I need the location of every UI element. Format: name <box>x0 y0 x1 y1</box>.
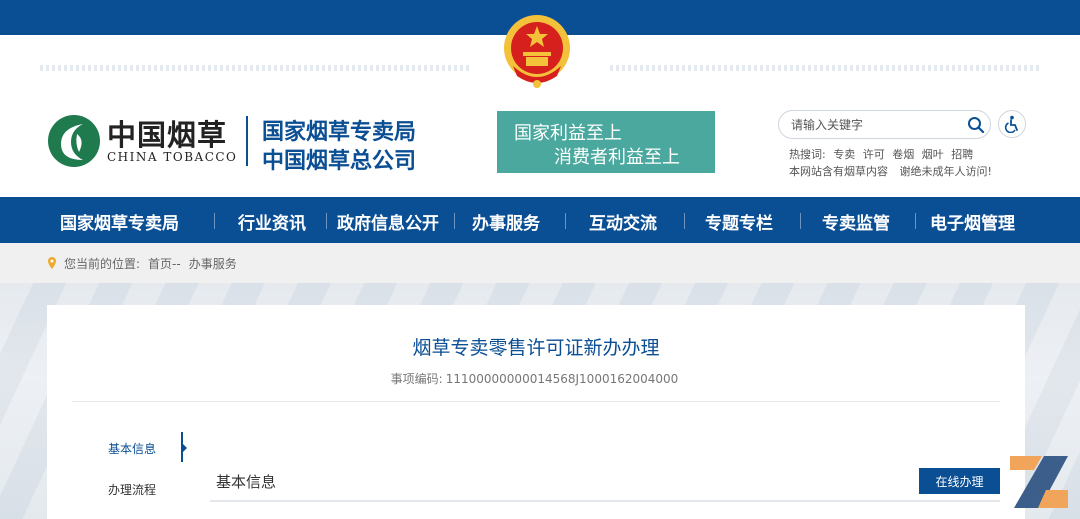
search-icon[interactable] <box>967 116 985 134</box>
nav-item-interaction[interactable]: 互动交流 <box>589 209 657 234</box>
national-emblem-icon <box>504 15 570 88</box>
slogan-banner: 国家利益至上 消费者利益至上 <box>497 111 715 173</box>
nav-item-e-cigarette[interactable]: 电子烟管理 <box>930 209 1015 234</box>
slogan-line-1: 国家利益至上 <box>514 123 622 144</box>
nav-separator <box>800 213 801 229</box>
header-decoration-left <box>40 65 470 71</box>
hot-word-zhaopin[interactable]: 招聘 <box>951 148 973 161</box>
breadcrumb-text: 您当前的位置: 首页-- 办事服务 <box>64 255 245 272</box>
side-tab-process[interactable]: 办理流程 <box>108 481 156 498</box>
item-code-label: 事项编码: <box>390 372 443 386</box>
header-decoration-right <box>610 65 1040 71</box>
title-divider <box>72 401 1000 402</box>
section-divider <box>210 500 1000 502</box>
org-name-corporation: 中国烟草总公司 <box>262 149 417 174</box>
corner-watermark-icon <box>1010 456 1068 508</box>
notice-text-2: 谢绝未成年人访问! <box>899 165 992 178</box>
minor-notice: 本网站含有烟草内容 谢绝未成年人访问! <box>789 163 1000 179</box>
main-nav: 国家烟草专卖局 行业资讯 政府信息公开 办事服务 互动交流 专题专栏 专卖监管 … <box>0 197 1080 243</box>
nav-separator <box>214 213 215 229</box>
nav-separator <box>326 213 327 229</box>
org-name-bureau: 国家烟草专卖局 <box>262 120 417 145</box>
hot-word-juanyan[interactable]: 卷烟 <box>892 148 914 161</box>
nav-item-supervision[interactable]: 专卖监管 <box>822 209 890 234</box>
breadcrumb-current: 办事服务 <box>188 257 237 271</box>
hot-word-xuke[interactable]: 许可 <box>863 148 885 161</box>
search-box <box>778 110 991 139</box>
page-title: 烟草专卖零售许可证新办办理 <box>412 337 660 359</box>
nav-item-topics[interactable]: 专题专栏 <box>705 209 773 234</box>
side-tab-basic-info[interactable]: 基本信息 <box>108 440 156 457</box>
side-tab-arrow-icon <box>183 444 187 452</box>
nav-separator <box>565 213 566 229</box>
hot-search-words: 热搜词: 专卖 许可 卷烟 烟叶 招聘 <box>789 146 977 162</box>
location-pin-icon <box>48 257 56 269</box>
notice-text-1: 本网站含有烟草内容 <box>789 165 888 178</box>
nav-item-news[interactable]: 行业资讯 <box>238 209 306 234</box>
nav-separator <box>915 213 916 229</box>
search-input[interactable] <box>791 116 956 134</box>
section-title: 基本信息 <box>216 473 277 491</box>
logo-chinese-name: 中国烟草 <box>107 118 228 152</box>
hot-word-zhuanmai[interactable]: 专卖 <box>833 148 855 161</box>
nav-separator <box>454 213 455 229</box>
accessibility-icon <box>1004 115 1018 133</box>
breadcrumb: 您当前的位置: 首页-- 办事服务 <box>0 243 1080 283</box>
logo-divider <box>246 116 248 166</box>
nav-item-bureau[interactable]: 国家烟草专卖局 <box>60 209 179 234</box>
accessibility-button[interactable] <box>998 110 1026 138</box>
hot-search-label: 热搜词: <box>789 148 826 161</box>
slogan-line-2: 消费者利益至上 <box>554 147 680 168</box>
nav-item-gov-info[interactable]: 政府信息公开 <box>337 209 439 234</box>
nav-separator <box>684 213 685 229</box>
breadcrumb-home-link[interactable]: 首页-- <box>148 257 181 271</box>
content-card: 烟草专卖零售许可证新办办理 事项编码: 11100000000014568J100… <box>47 305 1025 519</box>
nav-item-services[interactable]: 办事服务 <box>472 209 540 234</box>
china-tobacco-logo[interactable]: 中国烟草 CHINA TOBACCO 国家烟草专卖局 中国烟草总公司 <box>47 112 437 174</box>
item-code-value: 11100000000014568J1000162004000 <box>445 372 679 386</box>
online-apply-button[interactable]: 在线办理 <box>919 468 1000 494</box>
breadcrumb-label: 您当前的位置: <box>64 257 141 271</box>
china-tobacco-emblem-icon <box>48 115 100 167</box>
logo-english-name: CHINA TOBACCO <box>107 150 238 164</box>
hot-word-yanye[interactable]: 烟叶 <box>922 148 944 161</box>
item-code: 事项编码: 11100000000014568J1000162004000 <box>47 370 1025 387</box>
